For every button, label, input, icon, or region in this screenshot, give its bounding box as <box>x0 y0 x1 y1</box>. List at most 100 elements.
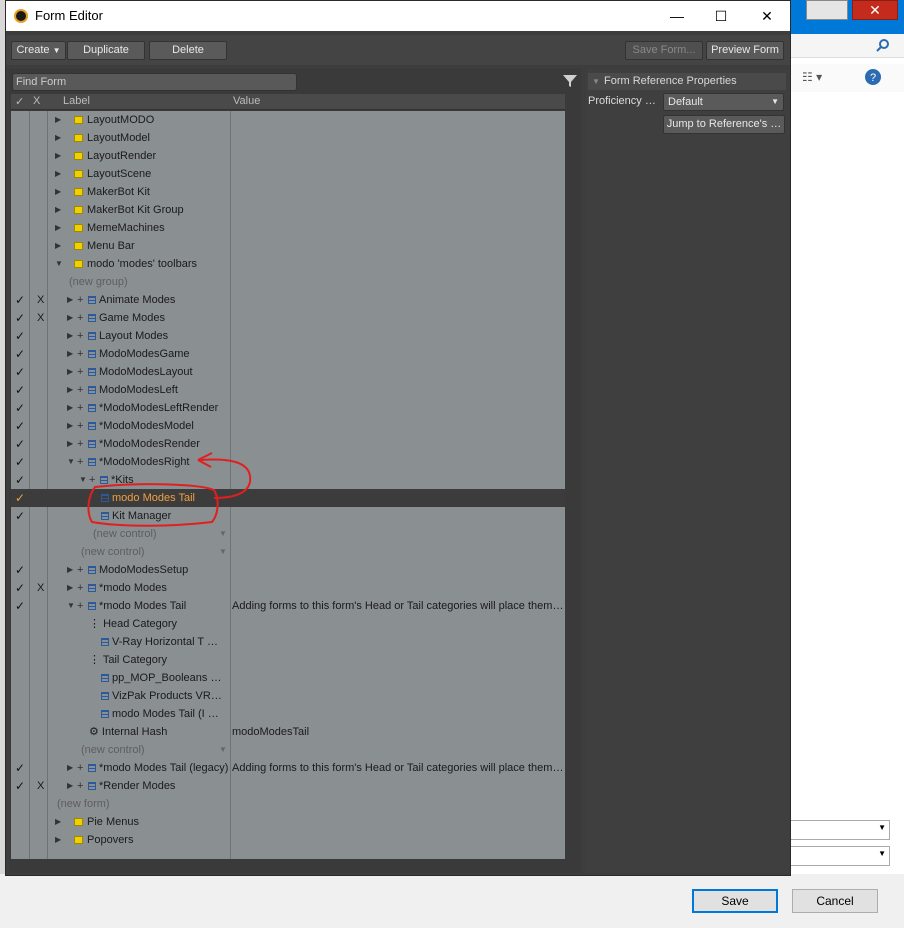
check-icon[interactable]: ✓ <box>15 597 29 615</box>
tree-folder-row[interactable]: ▶ MemeMachines <box>11 219 565 237</box>
search-icon[interactable] <box>876 38 890 52</box>
collapsed-arrow-icon[interactable]: ▶ <box>67 435 73 453</box>
add-icon[interactable]: + <box>89 471 95 489</box>
check-icon[interactable]: ✓ <box>15 777 29 795</box>
tree-row[interactable]: ⋮ Head Category <box>11 615 565 633</box>
check-icon[interactable]: ✓ <box>15 579 29 597</box>
check-icon[interactable]: ✓ <box>15 507 29 525</box>
save-form-button[interactable]: Save Form... <box>625 41 703 60</box>
check-icon[interactable]: ✓ <box>15 453 29 471</box>
expanded-arrow-icon[interactable]: ▼ <box>67 597 75 615</box>
collapsed-arrow-icon[interactable]: ▶ <box>55 219 61 237</box>
help-icon[interactable]: ? <box>864 68 882 86</box>
tree-row[interactable]: VizPak Products VR… <box>11 687 565 705</box>
check-icon[interactable]: ✓ <box>15 345 29 363</box>
tree-new-row[interactable]: (new group) <box>11 273 565 291</box>
check-icon[interactable]: ✓ <box>15 561 29 579</box>
tree-row[interactable]: ✓ ▶ + ModoModesLeft <box>11 381 565 399</box>
cancel-button[interactable]: Cancel <box>792 889 878 913</box>
add-icon[interactable]: + <box>77 363 83 381</box>
collapsed-arrow-icon[interactable]: ▶ <box>55 813 61 831</box>
check-icon[interactable]: ✓ <box>15 309 29 327</box>
filter-icon[interactable] <box>563 74 577 88</box>
tree-folder-row[interactable]: ▶ LayoutRender <box>11 147 565 165</box>
new-control-dropdown-icon[interactable]: ▼ <box>219 525 227 543</box>
check-icon[interactable]: ✓ <box>15 417 29 435</box>
tree-row[interactable]: ✓ X ▶ + *Render Modes <box>11 777 565 795</box>
vertical-scrollbar[interactable] <box>566 94 579 859</box>
add-icon[interactable]: + <box>77 759 83 777</box>
properties-header[interactable]: ▼ Form Reference Properties <box>588 73 786 90</box>
background-close-button[interactable]: ✕ <box>852 0 898 20</box>
check-icon[interactable]: ✓ <box>15 399 29 417</box>
close-icon[interactable]: ✕ <box>752 5 782 27</box>
tree-row[interactable]: ✓ ▶ + *ModoModesModel <box>11 417 565 435</box>
check-column-header[interactable]: ✓ <box>15 95 24 108</box>
label-column-header[interactable]: Label <box>63 95 90 107</box>
tree-row[interactable]: ✓ ▼ + *Kits <box>11 471 565 489</box>
collapsed-arrow-icon[interactable]: ▶ <box>67 327 73 345</box>
collapsed-arrow-icon[interactable]: ▶ <box>55 129 61 147</box>
collapsed-arrow-icon[interactable]: ▶ <box>67 417 73 435</box>
tree-row[interactable]: ✓ X ▶ + *modo Modes <box>11 579 565 597</box>
check-icon[interactable]: ✓ <box>15 291 29 309</box>
jump-to-reference-button[interactable]: Jump to Reference's … <box>663 115 785 134</box>
tree-folder-row[interactable]: ▶ MakerBot Kit Group <box>11 201 565 219</box>
collapsed-arrow-icon[interactable]: ▶ <box>55 111 61 129</box>
tree-row[interactable]: ✓ ▶ + ModoModesLayout <box>11 363 565 381</box>
check-icon[interactable]: ✓ <box>15 471 29 489</box>
tree-row[interactable]: ✓ Kit Manager <box>11 507 565 525</box>
collapsed-arrow-icon[interactable]: ▶ <box>67 309 73 327</box>
collapsed-arrow-icon[interactable]: ▶ <box>67 759 73 777</box>
tree-folder-row[interactable]: ▶ LayoutMODO <box>11 111 565 129</box>
tree-row[interactable]: ✓ ▶ + *ModoModesLeftRender <box>11 399 565 417</box>
add-icon[interactable]: + <box>77 345 83 363</box>
collapsed-arrow-icon[interactable]: ▶ <box>67 363 73 381</box>
tree-folder-row[interactable]: ▶ LayoutModel <box>11 129 565 147</box>
create-button[interactable]: Create ▼ <box>11 41 66 60</box>
add-icon[interactable]: + <box>77 579 83 597</box>
tree-row[interactable]: ✓ ▶ + *modo Modes Tail (legacy) Adding forms… <box>11 759 565 777</box>
tree-row[interactable]: ✓ ▶ + *ModoModesRender <box>11 435 565 453</box>
collapsed-arrow-icon[interactable]: ▶ <box>55 831 61 849</box>
tree-row[interactable]: ✓ ▶ + Layout Modes <box>11 327 565 345</box>
tree-row[interactable]: ✓ ▼ + *ModoModesRight <box>11 453 565 471</box>
add-icon[interactable]: + <box>77 453 83 471</box>
add-icon[interactable]: + <box>77 417 83 435</box>
tree-row[interactable]: modo Modes Tail (I … <box>11 705 565 723</box>
tree-new-row[interactable]: (new control) ▼ <box>11 741 565 759</box>
background-dropdown-1[interactable]: ▼ <box>790 820 890 840</box>
collapsed-arrow-icon[interactable]: ▶ <box>67 579 73 597</box>
x-mark[interactable]: X <box>37 291 47 309</box>
proficiency-dropdown[interactable]: Default ▼ <box>663 93 784 111</box>
collapsed-arrow-icon[interactable]: ▶ <box>67 291 73 309</box>
collapsed-arrow-icon[interactable]: ▶ <box>55 183 61 201</box>
tree-folder-row[interactable]: ▼ modo 'modes' toolbars <box>11 255 565 273</box>
tree-new-row[interactable]: (new form) <box>11 795 565 813</box>
tree-folder-row[interactable]: ▶ Popovers <box>11 831 565 849</box>
minimize-icon[interactable]: — <box>662 5 692 27</box>
collapsed-arrow-icon[interactable]: ▶ <box>55 165 61 183</box>
x-mark[interactable]: X <box>37 777 47 795</box>
tree-row[interactable]: ✓ ▶ + ModoModesGame <box>11 345 565 363</box>
background-dropdown-2[interactable]: ▼ <box>790 846 890 866</box>
collapsed-arrow-icon[interactable]: ▶ <box>55 237 61 255</box>
add-icon[interactable]: + <box>77 777 83 795</box>
collapsed-arrow-icon[interactable]: ▶ <box>55 147 61 165</box>
x-column-header[interactable]: X <box>33 95 40 107</box>
tree-row[interactable]: ✓ ▼ + *modo Modes Tail Adding forms to this … <box>11 597 565 615</box>
collapsed-arrow-icon[interactable]: ▶ <box>55 201 61 219</box>
tree-folder-row[interactable]: ▶ Menu Bar <box>11 237 565 255</box>
background-minimize-button[interactable] <box>806 0 848 20</box>
check-icon[interactable]: ✓ <box>15 363 29 381</box>
preview-form-button[interactable]: Preview Form <box>706 41 784 60</box>
tree-row[interactable]: V-Ray Horizontal T … <box>11 633 565 651</box>
add-icon[interactable]: + <box>77 561 83 579</box>
new-control-dropdown-icon[interactable]: ▼ <box>219 741 227 759</box>
x-mark[interactable]: X <box>37 579 47 597</box>
tree-row[interactable]: ✓ ▶ + ModoModesSetup <box>11 561 565 579</box>
tree-new-row[interactable]: (new control) ▼ <box>11 525 565 543</box>
add-icon[interactable]: + <box>77 309 83 327</box>
collapsed-arrow-icon[interactable]: ▶ <box>67 777 73 795</box>
find-form-input[interactable]: Find Form <box>12 73 297 91</box>
